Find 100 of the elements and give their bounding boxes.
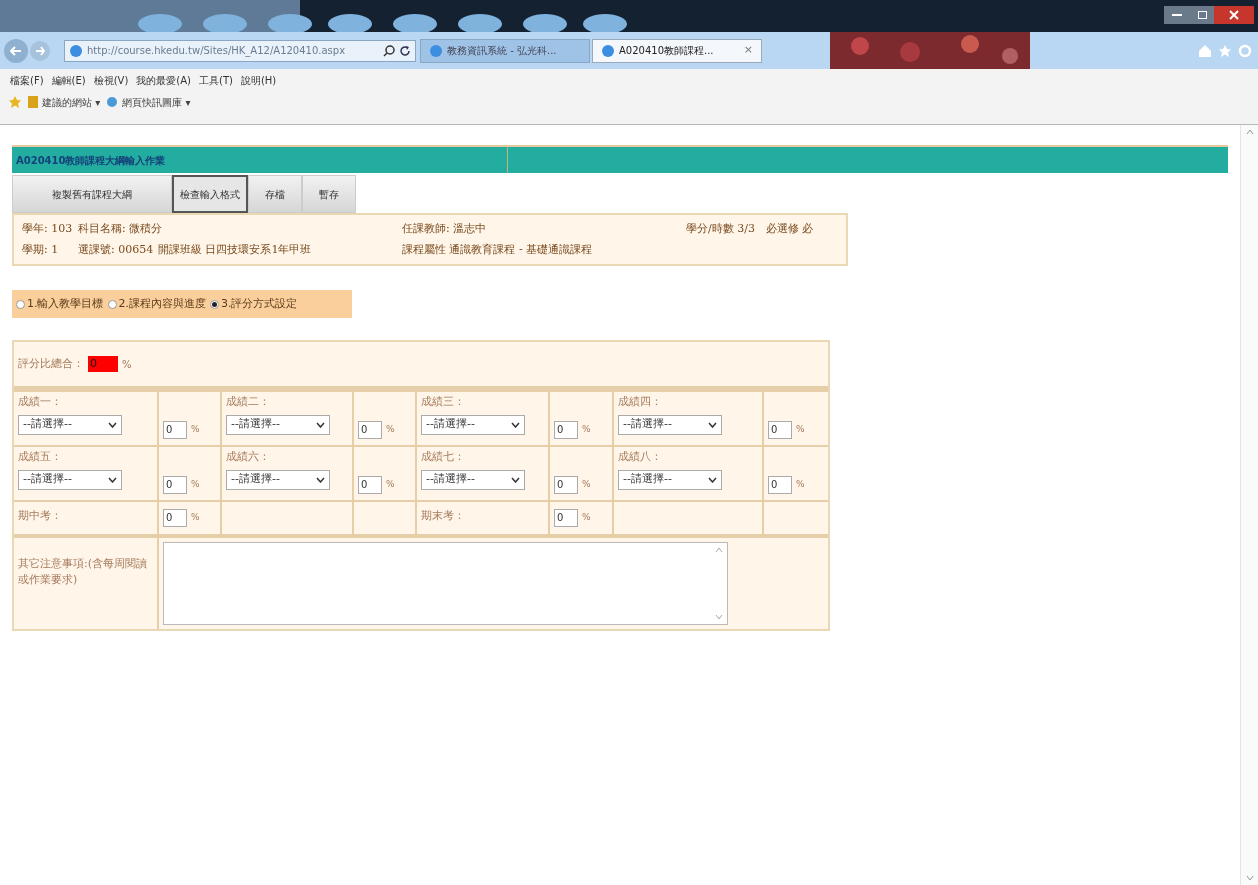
url-text: http://course.hkedu.tw/Sites/HK_A12/A120410.aspx	[87, 44, 346, 58]
page-icon	[106, 96, 119, 108]
back-button[interactable]	[4, 38, 28, 63]
info-text: 課程屬性 通識教育課程 - 基礎通識課程	[402, 241, 594, 258]
dropdown-caret-icon	[708, 421, 717, 428]
percent-field[interactable]: 0	[554, 421, 578, 439]
grade-label: 成績六：	[226, 449, 271, 465]
grade-label: 成績二：	[226, 394, 271, 410]
scroll-down-icon[interactable]	[715, 614, 723, 620]
home-icon[interactable]	[1198, 43, 1212, 58]
scroll-up-icon[interactable]	[1245, 129, 1254, 135]
percent-text: %	[191, 511, 200, 525]
percent-field[interactable]: 0	[768, 421, 792, 439]
percent-field[interactable]: 0	[163, 421, 187, 439]
percent-text: %	[582, 423, 591, 437]
percent-text: %	[122, 357, 132, 372]
percent-field[interactable]: 0	[768, 476, 792, 494]
info-text: 學分/時數 3/3	[686, 221, 756, 237]
favorites-link[interactable]: 建議的網站 ▾	[28, 94, 101, 110]
grade-select[interactable]: --請選擇--	[618, 414, 722, 435]
settings-icon[interactable]	[1238, 43, 1252, 58]
percent-field[interactable]: 0	[358, 421, 382, 439]
grade-label: 成績四：	[618, 394, 663, 410]
dropdown-caret-icon	[511, 476, 520, 483]
dropdown-caret-icon	[708, 476, 717, 483]
exam-label: 期末考：	[421, 508, 466, 524]
grade-select[interactable]: --請選擇--	[226, 414, 330, 435]
menu-item[interactable]: 編輯(E)	[51, 72, 86, 88]
page-icon	[69, 43, 83, 58]
search-icon[interactable]	[383, 44, 395, 57]
toolbar-button[interactable]: 複製舊有課程大綱	[12, 175, 172, 213]
percent-text: %	[191, 423, 200, 437]
percent-text: %	[582, 511, 591, 525]
dropdown-caret-icon	[511, 421, 520, 428]
notes-label: 其它注意事項:(含每周閱讀或作業要求)	[14, 538, 159, 629]
info-text: 必選修 必	[766, 221, 814, 237]
tab-title: A020410教師課程...	[619, 44, 714, 58]
favorites-link[interactable]: 網頁快訊圖庫 ▾	[106, 94, 191, 110]
percent-field[interactable]: 0	[163, 476, 187, 494]
menu-item[interactable]: 檢視(V)	[93, 72, 129, 88]
grade-select[interactable]: --請選擇--	[226, 469, 330, 490]
info-text: 任課教師: 溫志中	[402, 221, 488, 237]
percent-text: %	[386, 478, 395, 492]
percent-field[interactable]: 0	[163, 509, 187, 527]
grade-select[interactable]: --請選擇--	[18, 414, 122, 435]
bookmark-icon	[28, 96, 38, 108]
step-radio[interactable]: 1.輸入教學目標	[16, 295, 104, 313]
percent-text: %	[191, 478, 200, 492]
percent-field[interactable]: 0	[358, 476, 382, 494]
step-radio[interactable]: 2.課程內容與進度	[107, 295, 206, 313]
menu-item[interactable]: 工具(T)	[199, 72, 233, 88]
info-text: 科目名稱: 微積分	[78, 221, 164, 237]
percent-field[interactable]: 0	[554, 476, 578, 494]
dropdown-caret-icon	[108, 421, 117, 428]
grade-select[interactable]: --請選擇--	[618, 469, 722, 490]
info-text: 學年: 103	[22, 221, 74, 237]
exam-label: 期中考：	[18, 508, 63, 524]
address-bar[interactable]: http://course.hkedu.tw/Sites/HK_A12/A120410.aspx	[64, 39, 416, 62]
dropdown-caret-icon	[108, 476, 117, 483]
toolbar-button[interactable]: 存檔	[248, 175, 302, 213]
notes-field[interactable]	[163, 542, 728, 625]
dropdown-caret-icon	[316, 421, 325, 428]
back-arrow-icon	[10, 45, 22, 56]
grade-label: 成績五：	[18, 449, 63, 465]
total-field: 0	[88, 356, 118, 372]
dropdown-caret-icon	[316, 476, 325, 483]
percent-field[interactable]: 0	[554, 509, 578, 527]
grade-select[interactable]: --請選擇--	[421, 469, 525, 490]
percent-text: %	[796, 478, 805, 492]
scroll-up-icon[interactable]	[715, 547, 723, 553]
page-title: A020410教師課程大綱輸入作業	[12, 147, 508, 173]
step-radio[interactable]: 3.評分方式設定	[210, 295, 298, 313]
browser-tab[interactable]: A020410教師課程... ×	[592, 38, 762, 63]
forward-button[interactable]	[30, 40, 50, 61]
page-icon	[601, 43, 615, 58]
info-text: 學期: 1	[22, 241, 60, 258]
grade-label: 成績三：	[421, 394, 466, 410]
toolbar-button[interactable]: 暫存	[302, 175, 356, 213]
toolbar-button[interactable]: 檢查輸入格式	[172, 175, 248, 213]
total-label: 評分比總合：	[18, 355, 84, 372]
scrollbar[interactable]	[1240, 125, 1258, 885]
browser-tab[interactable]: 教務資訊系統 - 弘光科...	[420, 38, 590, 63]
percent-text: %	[386, 423, 395, 437]
forward-arrow-icon	[35, 45, 45, 56]
menu-item[interactable]: 我的最愛(A)	[136, 72, 191, 88]
grade-label: 成績八：	[618, 449, 663, 465]
grade-label: 成績七：	[421, 449, 466, 465]
close-tab-icon[interactable]: ×	[743, 42, 753, 59]
percent-text: %	[796, 423, 805, 437]
info-text: 選課號: 00654	[78, 241, 155, 258]
star-icon[interactable]	[1218, 43, 1232, 58]
scroll-down-icon[interactable]	[1245, 875, 1254, 881]
menu-item[interactable]: 檔案(F)	[10, 72, 44, 88]
grade-select[interactable]: --請選擇--	[421, 414, 525, 435]
menu-item[interactable]: 說明(H)	[240, 72, 277, 88]
info-text: 開課班級 日四技環安系1年甲班	[158, 241, 313, 258]
grade-select[interactable]: --請選擇--	[18, 469, 122, 490]
favorites-star-icon[interactable]	[8, 95, 22, 109]
refresh-icon[interactable]	[399, 44, 411, 57]
percent-text: %	[582, 478, 591, 492]
